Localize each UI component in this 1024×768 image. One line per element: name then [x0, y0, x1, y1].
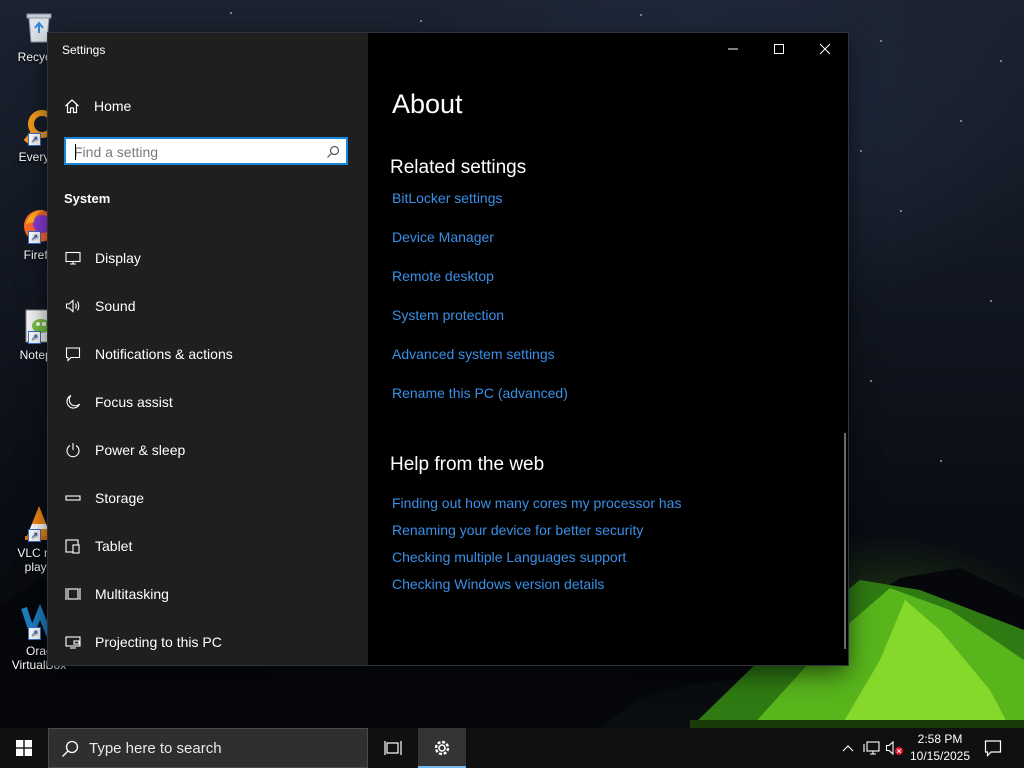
sidebar-item-label: Multitasking	[95, 586, 169, 602]
action-center-button[interactable]	[978, 728, 1008, 768]
multitasking-icon	[64, 585, 82, 603]
search-icon	[62, 740, 79, 757]
link-remote-desktop[interactable]: Remote desktop	[392, 268, 494, 284]
link-bitlocker-settings[interactable]: BitLocker settings	[392, 190, 503, 206]
window-title: Settings	[62, 43, 106, 57]
windows-logo-icon	[16, 740, 32, 756]
link-rename-this-pc[interactable]: Rename this PC (advanced)	[392, 385, 568, 401]
sidebar-home-label: Home	[94, 98, 132, 114]
taskbar-settings-app[interactable]	[418, 728, 466, 768]
sidebar-item-storage[interactable]: Storage	[48, 474, 368, 522]
sidebar-item-label: Notifications & actions	[95, 346, 233, 362]
shortcut-arrow-icon: ↗	[28, 231, 41, 244]
sidebar-item-projecting[interactable]: Projecting to this PC	[48, 618, 368, 665]
start-button[interactable]	[0, 728, 48, 768]
taskbar: Type here to search 2:58 PM 10/15/2025	[0, 728, 1024, 768]
sidebar-item-label: Power & sleep	[95, 442, 186, 458]
volume-muted-icon	[885, 740, 903, 756]
task-view-button[interactable]	[370, 728, 416, 768]
sidebar-item-label: Focus assist	[95, 394, 173, 410]
volume-button[interactable]	[884, 728, 906, 768]
shortcut-arrow-icon: ↗	[28, 133, 41, 146]
related-settings-heading: Related settings	[390, 157, 527, 178]
minimize-button[interactable]	[710, 33, 756, 65]
projecting-icon	[64, 633, 82, 651]
help-link-languages[interactable]: Checking multiple Languages support	[392, 549, 626, 565]
link-device-manager[interactable]: Device Manager	[392, 229, 494, 245]
storage-icon	[64, 489, 82, 507]
gear-icon	[434, 740, 450, 756]
chevron-up-icon	[842, 745, 854, 752]
network-icon	[863, 741, 880, 755]
maximize-icon	[774, 44, 784, 54]
page-title: About	[392, 89, 463, 119]
power-icon	[64, 441, 82, 459]
sidebar-item-label: Tablet	[95, 538, 133, 554]
link-system-protection[interactable]: System protection	[392, 307, 504, 323]
settings-sidebar: Settings Home System Display	[48, 33, 368, 665]
sidebar-item-tablet[interactable]: Tablet	[48, 522, 368, 570]
close-button[interactable]	[802, 33, 848, 65]
find-setting-box[interactable]	[64, 137, 348, 165]
help-link-cores[interactable]: Finding out how many cores my processor …	[392, 495, 681, 511]
clock-time: 2:58 PM	[917, 732, 963, 746]
maximize-button[interactable]	[756, 33, 802, 65]
sidebar-item-label: Projecting to this PC	[95, 634, 222, 650]
sidebar-item-label: Display	[95, 250, 141, 266]
text-caret	[75, 144, 76, 160]
display-icon	[64, 249, 82, 267]
taskbar-search-box[interactable]: Type here to search	[48, 728, 368, 768]
moon-icon	[64, 393, 82, 411]
sidebar-nav: Display Sound Notifications & actions Fo…	[48, 234, 368, 665]
close-icon	[819, 43, 831, 55]
sidebar-item-sound[interactable]: Sound	[48, 282, 368, 330]
home-icon	[65, 99, 79, 114]
search-icon[interactable]	[326, 145, 340, 159]
settings-content: About Related settings BitLocker setting…	[368, 33, 848, 665]
sidebar-item-display[interactable]: Display	[48, 234, 368, 282]
link-advanced-system-settings[interactable]: Advanced system settings	[392, 346, 555, 362]
clock-date: 10/15/2025	[909, 749, 971, 763]
taskbar-clock[interactable]: 2:58 PM 10/15/2025	[906, 731, 974, 765]
sidebar-item-label: Storage	[95, 490, 145, 506]
help-from-web-heading: Help from the web	[390, 454, 545, 475]
find-setting-input[interactable]	[74, 142, 314, 162]
settings-window: Settings Home System Display	[48, 33, 848, 665]
shortcut-arrow-icon: ↗	[28, 331, 41, 344]
content-scrollbar[interactable]	[844, 433, 846, 649]
notification-center-icon	[984, 740, 1002, 757]
sidebar-item-multitasking[interactable]: Multitasking	[48, 570, 368, 618]
sidebar-home[interactable]: Home	[64, 95, 131, 117]
tablet-icon	[64, 537, 82, 555]
shortcut-arrow-icon: ↗	[28, 627, 41, 640]
show-hidden-icons-button[interactable]	[838, 728, 858, 768]
sidebar-item-power-sleep[interactable]: Power & sleep	[48, 426, 368, 474]
notifications-icon	[64, 345, 82, 363]
minimize-icon	[728, 48, 738, 50]
shortcut-arrow-icon: ↗	[28, 529, 41, 542]
sidebar-item-label: Sound	[95, 298, 136, 314]
network-button[interactable]	[860, 728, 884, 768]
sidebar-item-notifications[interactable]: Notifications & actions	[48, 330, 368, 378]
help-link-windows-version[interactable]: Checking Windows version details	[392, 576, 604, 592]
sound-icon	[64, 297, 82, 315]
section-title-system: System	[64, 191, 111, 206]
sidebar-item-focus-assist[interactable]: Focus assist	[48, 378, 368, 426]
taskbar-search-placeholder: Type here to search	[89, 740, 222, 757]
help-link-renaming-device[interactable]: Renaming your device for better security	[392, 522, 643, 538]
task-view-icon	[384, 741, 402, 755]
